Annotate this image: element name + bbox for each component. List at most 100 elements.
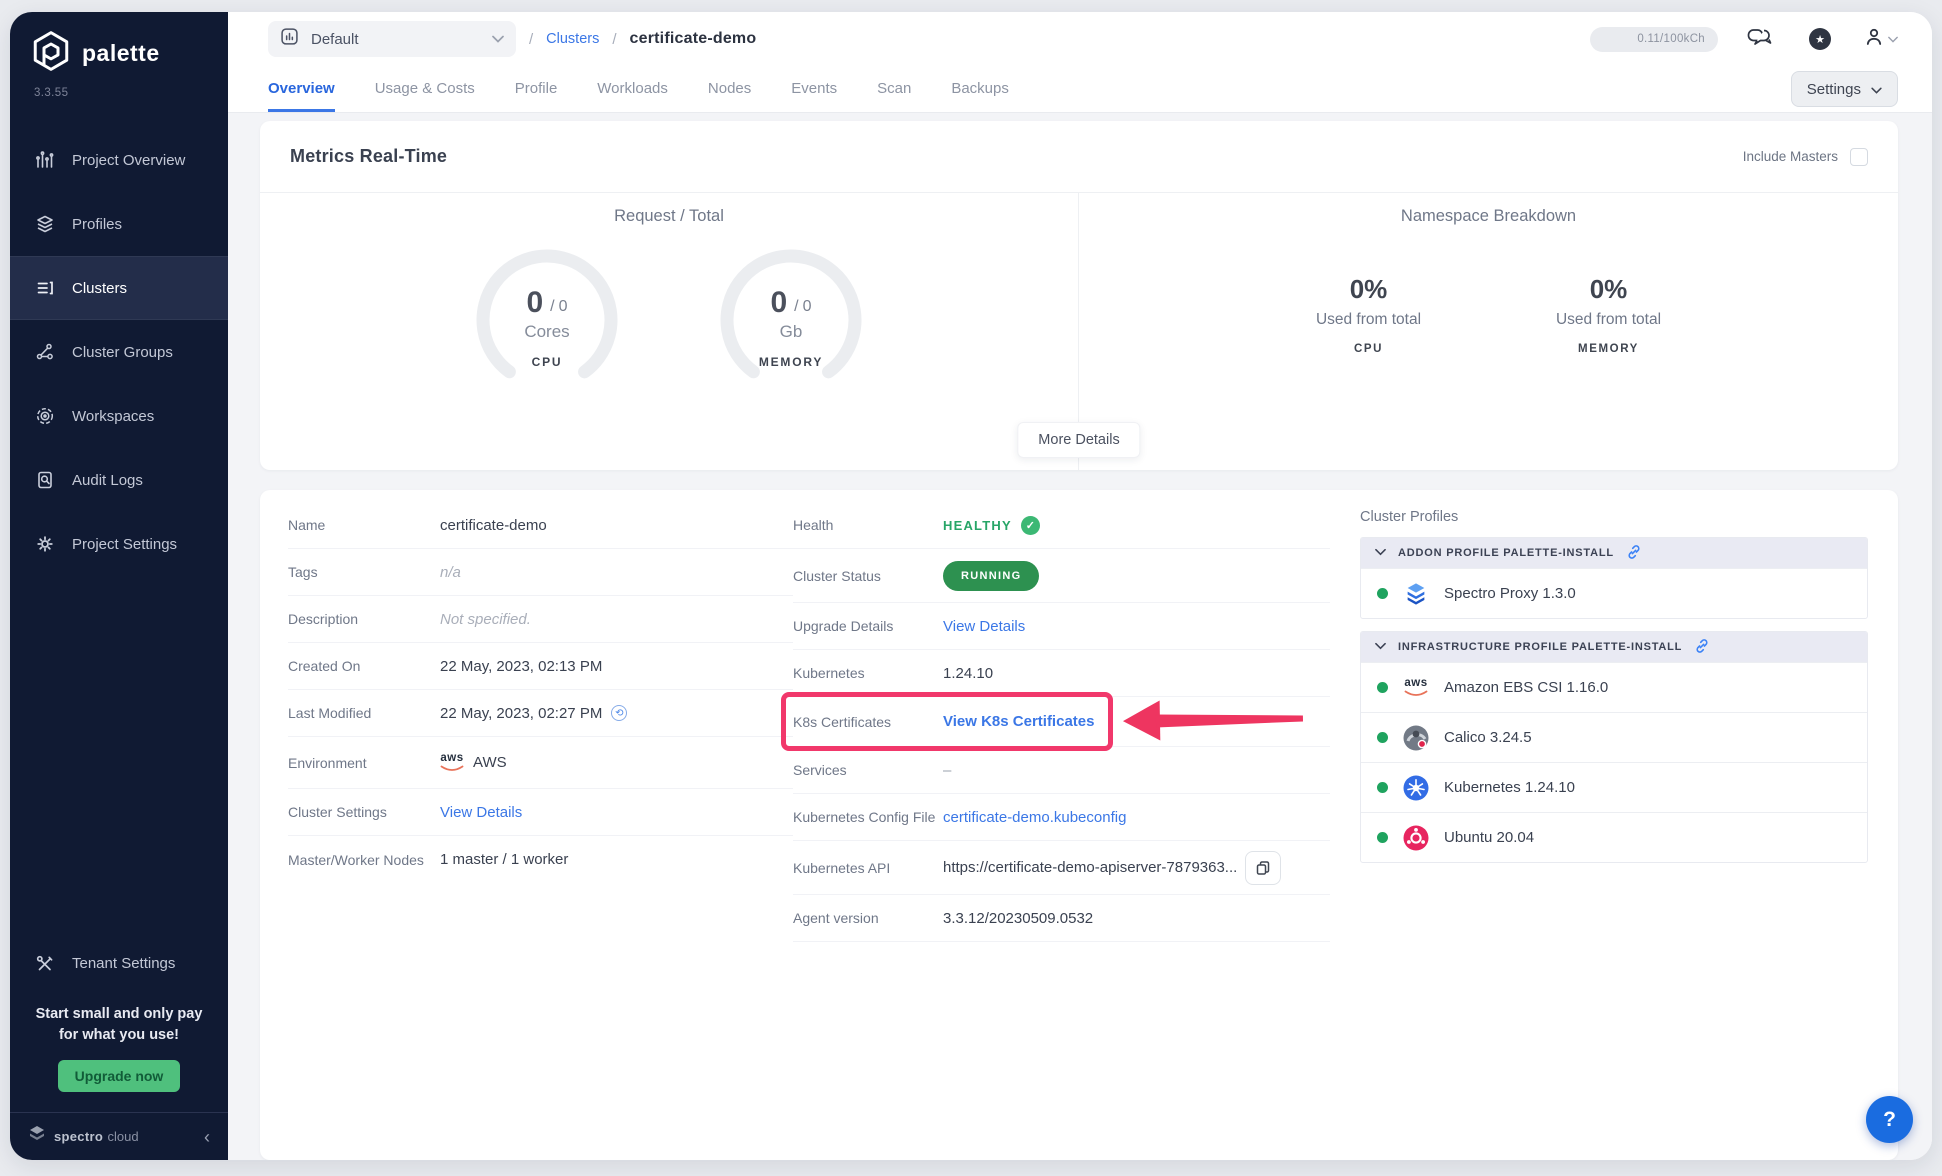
- project-selector[interactable]: Default: [268, 21, 516, 57]
- profile-pack-spectro-proxy[interactable]: Spectro Proxy 1.3.0: [1361, 568, 1867, 618]
- sidebar-item-label: Project Overview: [72, 152, 185, 169]
- sidebar-item-audit-logs[interactable]: Audit Logs: [10, 448, 228, 512]
- tab-workloads[interactable]: Workloads: [597, 80, 668, 112]
- sidebar-spacer: [10, 576, 228, 936]
- namespace-breakdown-section: Namespace Breakdown 0% Used from total C…: [1079, 193, 1898, 470]
- chevron-down-icon: [492, 30, 504, 48]
- profile-pack-calico[interactable]: Calico 3.24.5: [1361, 712, 1867, 762]
- metrics-body: Request / Total 0 /: [260, 193, 1898, 470]
- cpu-gauge: 0 / 0 Cores CPU: [462, 236, 632, 404]
- profile-pack-ubuntu[interactable]: Ubuntu 20.04: [1361, 812, 1867, 862]
- project-selector-value: Default: [311, 31, 359, 48]
- view-k8s-certificates-link[interactable]: View K8s Certificates: [943, 713, 1094, 730]
- tab-events[interactable]: Events: [791, 80, 837, 112]
- detail-row-name: Name certificate-demo: [288, 502, 793, 549]
- list-icon: [34, 278, 56, 298]
- row-label: Master/Worker Nodes: [288, 852, 440, 868]
- upgrade-view-details-link[interactable]: View Details: [943, 618, 1025, 635]
- usage-quota-pill: 0.11/100kCh: [1590, 27, 1718, 52]
- tab-nodes[interactable]: Nodes: [708, 80, 751, 112]
- cluster-settings-view-details-link[interactable]: View Details: [440, 804, 522, 821]
- link-icon[interactable]: [1694, 638, 1710, 657]
- kubernetes-logo: [1402, 774, 1430, 802]
- row-label: Services: [793, 762, 943, 778]
- more-details-button[interactable]: More Details: [1017, 422, 1140, 458]
- sidebar-item-tenant-settings[interactable]: Tenant Settings: [10, 936, 228, 992]
- metrics-header: Metrics Real-Time Include Masters: [260, 121, 1898, 193]
- settings-button-label: Settings: [1807, 81, 1861, 98]
- user-menu[interactable]: [1864, 27, 1898, 52]
- details-left-column: Name certificate-demo Tags n/a Descripti…: [288, 502, 793, 1160]
- row-label: Created On: [288, 658, 440, 674]
- detail-row-health: Health HEALTHY ✓: [793, 502, 1330, 549]
- row-label: Description: [288, 611, 440, 627]
- cpu-stat-label: CPU: [1294, 343, 1444, 355]
- footer-brand: spectro: [54, 1129, 103, 1144]
- memory-stat-label: MEMORY: [1534, 343, 1684, 355]
- tab-backups[interactable]: Backups: [951, 80, 1009, 112]
- settings-button[interactable]: Settings: [1791, 71, 1898, 107]
- row-value: AWS: [473, 754, 507, 771]
- tab-profile[interactable]: Profile: [515, 80, 558, 112]
- screenshot-stage: palette 3.3.55 Project Overview: [0, 0, 1942, 1176]
- row-value: 22 May, 2023, 02:27 PM: [440, 705, 602, 722]
- brand-row: palette: [10, 12, 228, 77]
- target-icon: [34, 406, 56, 426]
- row-value: 22 May, 2023, 02:13 PM: [440, 658, 602, 675]
- include-masters-checkbox[interactable]: [1850, 148, 1868, 166]
- sidebar-item-label: Profiles: [72, 216, 122, 233]
- tab-overview[interactable]: Overview: [268, 80, 335, 112]
- cpu-unit: Cores: [524, 322, 569, 342]
- breadcrumb-clusters-link[interactable]: Clusters: [546, 31, 599, 47]
- profile-pack-amazon-ebs[interactable]: aws Amazon EBS CSI 1.16.0: [1361, 662, 1867, 712]
- detail-row-created-on: Created On 22 May, 2023, 02:13 PM: [288, 643, 793, 690]
- sidebar-item-label: Workspaces: [72, 408, 154, 425]
- project-scope-icon: [280, 27, 299, 51]
- sidebar-item-project-settings[interactable]: Project Settings: [10, 512, 228, 576]
- sidebar-item-project-overview[interactable]: Project Overview: [10, 128, 228, 192]
- tab-usage-costs[interactable]: Usage & Costs: [375, 80, 475, 112]
- detail-row-kubeconfig: Kubernetes Config File certificate-demo.…: [793, 794, 1330, 841]
- health-value: HEALTHY: [943, 518, 1012, 533]
- addon-profile-header[interactable]: ADDON PROFILE PALETTE-INSTALL: [1361, 538, 1867, 568]
- row-label: Tags: [288, 564, 440, 580]
- profile-pack-kubernetes[interactable]: Kubernetes 1.24.10: [1361, 762, 1867, 812]
- detail-row-agent-version: Agent version 3.3.12/20230509.0532: [793, 895, 1330, 942]
- promo-line2: for what you use!: [26, 1025, 212, 1046]
- collapse-sidebar-icon[interactable]: ‹: [204, 1128, 210, 1146]
- star-badge-icon[interactable]: ★: [1809, 28, 1831, 50]
- bar-chart-icon: [34, 150, 56, 170]
- addon-profile-group: ADDON PROFILE PALETTE-INSTALL: [1360, 537, 1868, 619]
- cluster-tabs: Overview Usage & Costs Profile Workloads…: [268, 80, 1009, 112]
- header-row-1: Default / Clusters / certificate-demo 0.…: [228, 12, 1932, 66]
- kubeconfig-download-link[interactable]: certificate-demo.kubeconfig: [943, 809, 1126, 826]
- sidebar-item-label: Cluster Groups: [72, 344, 173, 361]
- sidebar-item-workspaces[interactable]: Workspaces: [10, 384, 228, 448]
- sidebar: palette 3.3.55 Project Overview: [10, 12, 228, 1160]
- cpu-caption: Used from total: [1294, 311, 1444, 329]
- upgrade-now-button[interactable]: Upgrade now: [58, 1060, 181, 1092]
- memory-gauge-label: MEMORY: [759, 355, 823, 369]
- cluster-details-card: Name certificate-demo Tags n/a Descripti…: [260, 490, 1898, 1160]
- sidebar-item-clusters[interactable]: Clusters: [10, 256, 228, 320]
- history-icon[interactable]: ⟲: [611, 705, 627, 721]
- pack-status-dot: [1377, 782, 1388, 793]
- details-middle-column: Health HEALTHY ✓ Cluster Status RUNNING …: [793, 502, 1330, 1160]
- row-label: Environment: [288, 755, 440, 771]
- metrics-card: Metrics Real-Time Include Masters Reques…: [260, 121, 1898, 470]
- copy-button[interactable]: [1245, 851, 1281, 885]
- sidebar-item-cluster-groups[interactable]: Cluster Groups: [10, 320, 228, 384]
- chat-icon[interactable]: [1747, 28, 1774, 50]
- tab-scan[interactable]: Scan: [877, 80, 911, 112]
- infrastructure-profile-header[interactable]: INFRASTRUCTURE PROFILE PALETTE-INSTALL: [1361, 632, 1867, 662]
- main-area: Default / Clusters / certificate-demo 0.…: [228, 12, 1932, 1160]
- pack-status-dot: [1377, 588, 1388, 599]
- row-label: Health: [793, 517, 943, 533]
- namespace-stats: 0% Used from total CPU 0% Used from tota…: [1079, 274, 1898, 355]
- sidebar-item-profiles[interactable]: Profiles: [10, 192, 228, 256]
- infrastructure-profile-group: INFRASTRUCTURE PROFILE PALETTE-INSTALL: [1360, 631, 1868, 863]
- breadcrumb-separator: /: [529, 31, 533, 48]
- cpu-percent: 0%: [1294, 274, 1444, 305]
- link-icon[interactable]: [1626, 544, 1642, 563]
- help-button[interactable]: ?: [1866, 1096, 1913, 1143]
